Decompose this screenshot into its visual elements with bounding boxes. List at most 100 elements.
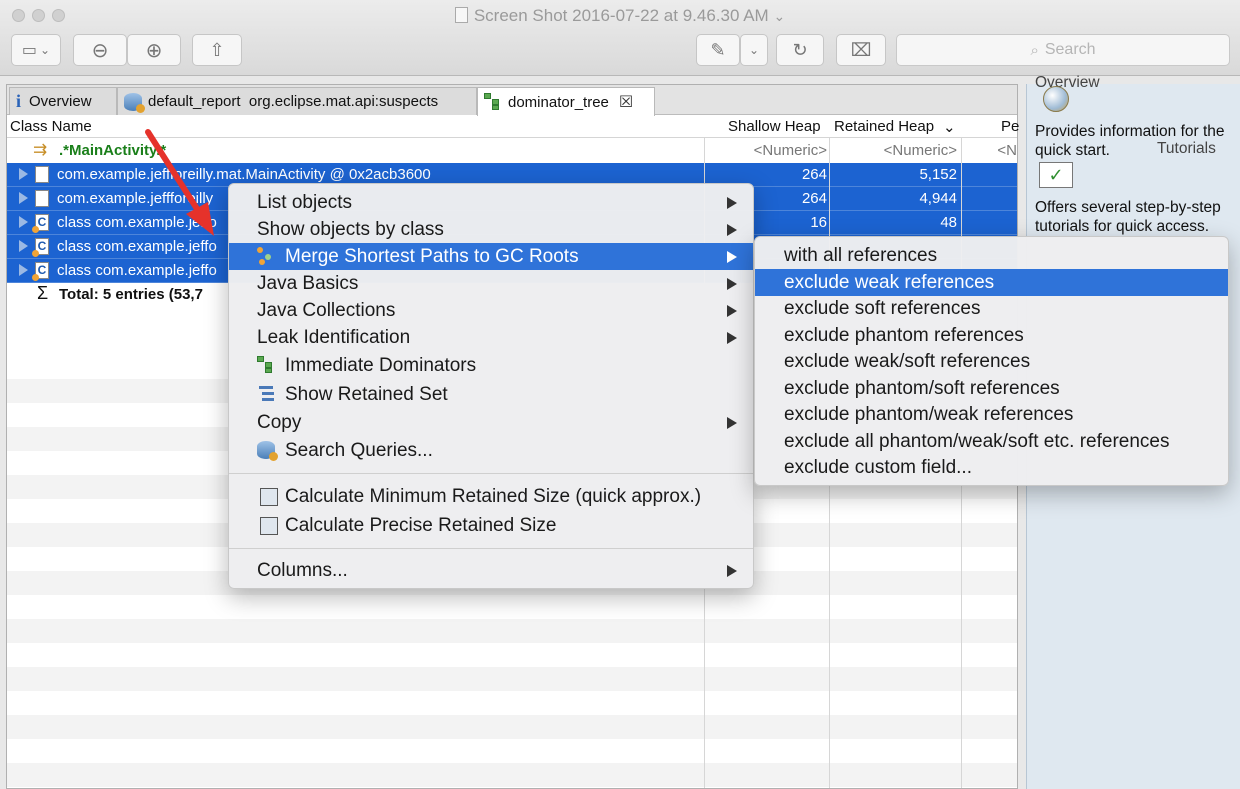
- overview-heading[interactable]: Overview: [1035, 74, 1100, 92]
- tab-default-report[interactable]: default_report org.eclipse.mat.api:suspe…: [117, 87, 477, 115]
- info-icon: i: [16, 91, 22, 111]
- merge-paths-submenu: with all references exclude weak referen…: [754, 236, 1229, 486]
- markup-pen-icon: ✎: [710, 39, 726, 60]
- toolbox-button[interactable]: ⌧: [836, 34, 886, 66]
- class-icon: C: [32, 214, 49, 233]
- share-icon: ⇧: [209, 39, 225, 60]
- submenu-arrow-icon: [727, 416, 737, 429]
- context-menu: List objects Show objects by class Merge…: [228, 183, 754, 589]
- calculator-icon: [260, 517, 278, 535]
- class-icon: C: [32, 262, 49, 281]
- menu-separator: [229, 473, 753, 474]
- menu-item-java-basics[interactable]: Java Basics: [229, 270, 753, 297]
- chevron-down-icon: ⌄: [40, 43, 51, 57]
- search-icon: ⌕: [1030, 41, 1039, 59]
- class-icon: C: [32, 238, 49, 257]
- title-chevron-icon[interactable]: ⌄: [773, 8, 785, 24]
- column-percentage[interactable]: Pe: [1001, 118, 1019, 135]
- tab-dominator-tree[interactable]: dominator_tree ☒: [477, 87, 655, 116]
- row-class-name: com.example.jeffforeilly.mat.MainActivit…: [57, 166, 431, 183]
- retained-heap-filter[interactable]: <Numeric>: [831, 142, 957, 159]
- submenu-item-exclude-weak[interactable]: exclude weak references: [755, 269, 1228, 296]
- submenu-item-exclude-phantom-weak[interactable]: exclude phantom/weak references: [755, 401, 1228, 428]
- filter-row[interactable]: ⇉ .*MainActivity.* <Numeric> <Numeric> <…: [7, 139, 1017, 163]
- menu-item-list-objects[interactable]: List objects: [229, 189, 753, 216]
- menu-item-show-objects-by-class[interactable]: Show objects by class: [229, 216, 753, 243]
- submenu-arrow-icon: [727, 196, 737, 209]
- overview-globe-icon[interactable]: [1043, 86, 1069, 112]
- shallow-heap-filter[interactable]: <Numeric>: [707, 142, 827, 159]
- submenu-arrow-icon: [727, 223, 737, 236]
- menu-item-columns[interactable]: Columns...: [229, 557, 753, 584]
- menu-item-immediate-dominators[interactable]: Immediate Dominators: [229, 352, 753, 379]
- submenu-arrow-icon: [727, 250, 737, 263]
- column-class-name[interactable]: Class Name: [10, 118, 92, 135]
- zoom-in-button[interactable]: ⊕: [127, 34, 181, 66]
- row-class-name: class com.example.jeffo: [57, 238, 217, 255]
- expand-arrow-icon[interactable]: [19, 264, 28, 276]
- menu-item-java-collections[interactable]: Java Collections: [229, 297, 753, 324]
- expand-arrow-icon[interactable]: [19, 240, 28, 252]
- submenu-arrow-icon: [727, 277, 737, 290]
- expand-arrow-icon[interactable]: [19, 216, 28, 228]
- markup-menu-button[interactable]: ⌄: [740, 34, 768, 66]
- tutorials-heading[interactable]: Tutorials: [1157, 140, 1216, 158]
- search-input[interactable]: ⌕ Search: [896, 34, 1230, 66]
- submenu-item-exclude-phantom[interactable]: exclude phantom references: [755, 322, 1228, 349]
- object-icon: [35, 166, 49, 183]
- column-shallow-heap[interactable]: Shallow Heap: [728, 118, 821, 135]
- editor-tabbar: i Overview default_report org.eclipse.ma…: [7, 85, 1017, 116]
- row-retained-heap: 5,152: [919, 166, 957, 183]
- tab-overview[interactable]: i Overview: [9, 87, 117, 115]
- menu-item-show-retained-set[interactable]: Show Retained Set: [229, 381, 753, 408]
- sigma-icon: Σ: [37, 283, 49, 303]
- database-icon: [124, 92, 145, 113]
- menu-item-search-queries[interactable]: Search Queries...: [229, 437, 753, 464]
- zoom-out-button[interactable]: ⊖: [73, 34, 127, 66]
- expand-arrow-icon[interactable]: [19, 192, 28, 204]
- sidebar-icon: ▭: [21, 42, 38, 59]
- submenu-item-exclude-phantom-soft[interactable]: exclude phantom/soft references: [755, 375, 1228, 402]
- submenu-item-exclude-soft[interactable]: exclude soft references: [755, 295, 1228, 322]
- row-shallow-heap: 264: [801, 166, 827, 183]
- retained-set-icon: [259, 386, 277, 404]
- calculator-icon: [260, 488, 278, 506]
- expand-arrow-icon[interactable]: [19, 168, 28, 180]
- tutorials-description: Offers several step-by-step tutorials fo…: [1035, 199, 1221, 235]
- menu-item-calc-precise-retained[interactable]: Calculate Precise Retained Size: [229, 512, 753, 539]
- sort-descending-icon[interactable]: ⌄: [943, 118, 956, 136]
- toolbox-icon: ⌧: [850, 39, 872, 60]
- column-retained-heap[interactable]: Retained Heap: [834, 118, 934, 135]
- dominator-tree-icon: [257, 356, 275, 374]
- sidebar-toggle-button[interactable]: ▭ ⌄: [11, 34, 61, 66]
- dominator-tree-icon: [484, 93, 502, 111]
- menu-item-copy[interactable]: Copy: [229, 409, 753, 436]
- row-retained-heap: 48: [940, 214, 957, 231]
- zoom-in-icon: ⊕: [145, 39, 163, 62]
- submenu-item-exclude-all[interactable]: exclude all phantom/weak/soft etc. refer…: [755, 428, 1228, 455]
- table-header: Class Name Shallow Heap Retained Heap ⌄ …: [7, 116, 1019, 138]
- row-class-name: class com.example.jeffo: [57, 214, 217, 231]
- markup-button[interactable]: ✎: [696, 34, 740, 66]
- chevron-down-icon: ⌄: [748, 43, 760, 57]
- object-icon: [35, 190, 49, 207]
- zoom-out-icon: ⊖: [91, 39, 109, 62]
- row-class-name: com.example.jeffforeilly: [57, 190, 214, 207]
- submenu-arrow-icon: [727, 331, 737, 344]
- tutorials-icon[interactable]: ✓: [1039, 162, 1073, 188]
- close-tab-icon[interactable]: ☒: [619, 92, 633, 112]
- share-button[interactable]: ⇧: [192, 34, 242, 66]
- row-class-name: class com.example.jeffo: [57, 262, 217, 279]
- merge-paths-icon: [257, 247, 275, 265]
- class-name-filter[interactable]: .*MainActivity.*: [59, 142, 166, 159]
- menu-item-merge-shortest-paths[interactable]: Merge Shortest Paths to GC Roots: [229, 243, 753, 270]
- submenu-arrow-icon: [727, 304, 737, 317]
- submenu-item-with-all-references[interactable]: with all references: [755, 242, 1228, 269]
- menu-item-calc-min-retained[interactable]: Calculate Minimum Retained Size (quick a…: [229, 483, 753, 510]
- percentage-filter[interactable]: <N: [967, 142, 1017, 159]
- submenu-item-exclude-custom-field[interactable]: exclude custom field...: [755, 454, 1228, 481]
- rotate-button[interactable]: ↻: [776, 34, 824, 66]
- menu-item-leak-identification[interactable]: Leak Identification: [229, 324, 753, 351]
- submenu-item-exclude-weak-soft[interactable]: exclude weak/soft references: [755, 348, 1228, 375]
- document-icon: [454, 7, 468, 23]
